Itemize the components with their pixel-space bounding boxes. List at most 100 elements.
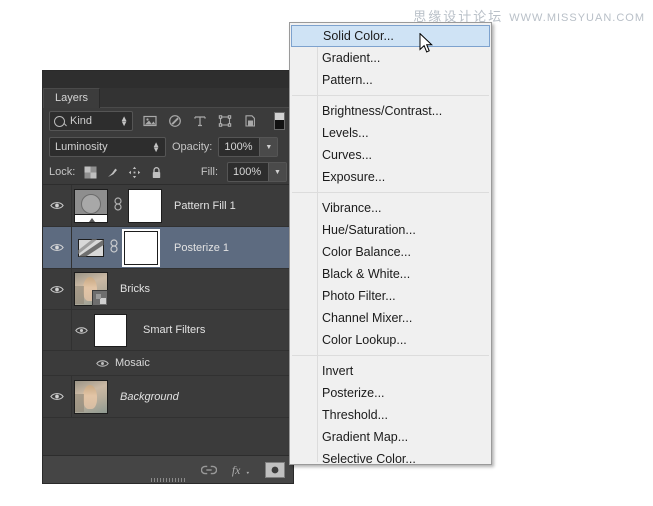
menu-item-selective-color[interactable]: Selective Color... bbox=[290, 448, 491, 470]
menu-item-curves[interactable]: Curves... bbox=[290, 144, 491, 166]
mosaic-visibility-toggle[interactable] bbox=[43, 359, 115, 368]
lock-label: Lock: bbox=[49, 166, 75, 178]
layer-thumbnail[interactable] bbox=[74, 380, 108, 414]
layer-visibility-toggle[interactable] bbox=[43, 185, 72, 226]
tab-layers[interactable]: Layers bbox=[43, 88, 100, 108]
panel-tab-strip: Layers bbox=[43, 87, 293, 108]
chevron-down-icon[interactable]: ▼ bbox=[259, 138, 277, 156]
adjustment-layer-filter-icon[interactable] bbox=[168, 114, 182, 128]
search-icon bbox=[54, 116, 65, 127]
menu-item-channel-mixer[interactable]: Channel Mixer... bbox=[290, 307, 491, 329]
layer-name[interactable]: Background bbox=[120, 391, 179, 403]
new-adjustment-layer-menu: Solid Color... Gradient... Pattern... Br… bbox=[289, 22, 492, 465]
link-layers-icon[interactable] bbox=[201, 464, 217, 476]
blend-opacity-row: Luminosity ▲▼ Opacity: 100% ▼ bbox=[43, 134, 293, 160]
svg-text:fx: fx bbox=[232, 463, 241, 477]
layer-name[interactable]: Bricks bbox=[120, 283, 150, 295]
layers-panel: Layers Kind ▲▼ bbox=[43, 71, 293, 483]
fill-value: 100% bbox=[228, 166, 268, 178]
mask-link-icon[interactable] bbox=[113, 197, 123, 214]
smart-filters-mask-thumbnail[interactable] bbox=[94, 314, 127, 347]
filter-type-icons bbox=[143, 112, 285, 130]
menu-item-photo-filter[interactable]: Photo Filter... bbox=[290, 285, 491, 307]
menu-item-color-balance[interactable]: Color Balance... bbox=[290, 241, 491, 263]
lock-all-icon[interactable] bbox=[150, 166, 163, 179]
layers-panel-toolbar: fx bbox=[43, 455, 293, 483]
opacity-label: Opacity: bbox=[172, 141, 212, 153]
smart-filters-row[interactable]: Smart Filters bbox=[43, 310, 293, 351]
eyecell-spacer bbox=[43, 310, 72, 350]
lock-transparent-pixels-icon[interactable] bbox=[84, 166, 97, 179]
filter-enable-toggle[interactable] bbox=[274, 112, 285, 130]
panel-title-bar bbox=[43, 71, 293, 87]
layer-name[interactable]: Posterize 1 bbox=[174, 242, 229, 254]
menu-separator bbox=[292, 192, 489, 193]
shape-layer-filter-icon[interactable] bbox=[218, 114, 232, 128]
opacity-field[interactable]: 100% ▼ bbox=[218, 137, 278, 157]
mask-link-icon[interactable] bbox=[109, 239, 119, 256]
chevron-down-icon[interactable]: ▼ bbox=[268, 163, 286, 181]
layer-mask-thumbnail[interactable] bbox=[128, 189, 162, 223]
menu-item-vibrance[interactable]: Vibrance... bbox=[290, 197, 491, 219]
type-layer-filter-icon[interactable] bbox=[193, 114, 207, 128]
menu-item-solid-color[interactable]: Solid Color... bbox=[291, 25, 490, 47]
menu-item-pattern[interactable]: Pattern... bbox=[290, 69, 491, 91]
list-item[interactable]: Mosaic bbox=[43, 351, 293, 376]
table-row[interactable]: Background bbox=[43, 376, 293, 418]
lock-image-pixels-icon[interactable] bbox=[106, 166, 119, 179]
add-layer-mask-icon[interactable] bbox=[265, 462, 285, 478]
menu-items-container: Solid Color... Gradient... Pattern... Br… bbox=[290, 23, 491, 472]
layer-visibility-toggle[interactable] bbox=[43, 227, 72, 268]
layer-thumbnail[interactable] bbox=[74, 189, 108, 223]
menu-item-invert[interactable]: Invert bbox=[290, 360, 491, 382]
filter-kind-select[interactable]: Kind ▲▼ bbox=[49, 111, 133, 131]
eye-icon bbox=[50, 201, 64, 210]
smart-filters-visibility-toggle[interactable] bbox=[72, 326, 90, 335]
opacity-value: 100% bbox=[219, 141, 259, 153]
resize-grip[interactable] bbox=[151, 478, 185, 482]
eye-icon bbox=[50, 243, 64, 252]
menu-item-color-lookup[interactable]: Color Lookup... bbox=[290, 329, 491, 351]
table-row[interactable]: Posterize 1 bbox=[43, 227, 293, 269]
fill-label: Fill: bbox=[201, 166, 218, 178]
menu-item-levels[interactable]: Levels... bbox=[290, 122, 491, 144]
menu-item-gradient[interactable]: Gradient... bbox=[290, 47, 491, 69]
layer-style-fx-icon[interactable]: fx bbox=[231, 462, 251, 478]
menu-item-gradient-map[interactable]: Gradient Map... bbox=[290, 426, 491, 448]
lock-row: Lock: Fill: 100% ▼ bbox=[43, 160, 293, 184]
fill-field[interactable]: 100% ▼ bbox=[227, 162, 287, 182]
pixel-layer-filter-icon[interactable] bbox=[143, 114, 157, 128]
eye-icon bbox=[50, 285, 64, 294]
tab-strip-filler bbox=[100, 88, 293, 108]
layer-visibility-toggle[interactable] bbox=[43, 269, 72, 309]
menu-item-brightness-contrast[interactable]: Brightness/Contrast... bbox=[290, 100, 491, 122]
layer-mask-thumbnail[interactable] bbox=[124, 231, 158, 265]
menu-item-exposure[interactable]: Exposure... bbox=[290, 166, 491, 188]
menu-item-posterize[interactable]: Posterize... bbox=[290, 382, 491, 404]
mouse-cursor bbox=[419, 33, 433, 54]
menu-separator bbox=[292, 95, 489, 96]
blend-mode-select[interactable]: Luminosity ▲▼ bbox=[49, 137, 166, 157]
watermark-url: WWW.MISSYUAN.COM bbox=[509, 12, 645, 24]
menu-item-black-and-white[interactable]: Black & White... bbox=[290, 263, 491, 285]
menu-item-threshold[interactable]: Threshold... bbox=[290, 404, 491, 426]
smart-filters-label: Smart Filters bbox=[143, 324, 205, 336]
eye-icon bbox=[96, 359, 109, 368]
filter-kind-label: Kind bbox=[70, 115, 92, 127]
menu-item-hue-saturation[interactable]: Hue/Saturation... bbox=[290, 219, 491, 241]
layer-visibility-toggle[interactable] bbox=[43, 376, 72, 417]
table-row[interactable]: Pattern Fill 1 bbox=[43, 185, 293, 227]
menu-separator bbox=[292, 355, 489, 356]
eye-icon bbox=[75, 326, 88, 335]
lock-position-icon[interactable] bbox=[128, 166, 141, 179]
layer-list: Pattern Fill 1 Posteri bbox=[43, 184, 293, 418]
blend-mode-value: Luminosity bbox=[55, 141, 108, 153]
layer-thumbnail[interactable] bbox=[78, 239, 104, 257]
table-row[interactable]: Bricks bbox=[43, 269, 293, 310]
smart-object-filter-icon[interactable] bbox=[243, 114, 257, 128]
chevron-updown-icon: ▲▼ bbox=[152, 142, 160, 152]
smart-filter-name[interactable]: Mosaic bbox=[115, 357, 150, 369]
layer-name[interactable]: Pattern Fill 1 bbox=[174, 200, 236, 212]
layer-filter-row: Kind ▲▼ bbox=[43, 108, 293, 134]
layer-thumbnail[interactable] bbox=[74, 272, 108, 306]
